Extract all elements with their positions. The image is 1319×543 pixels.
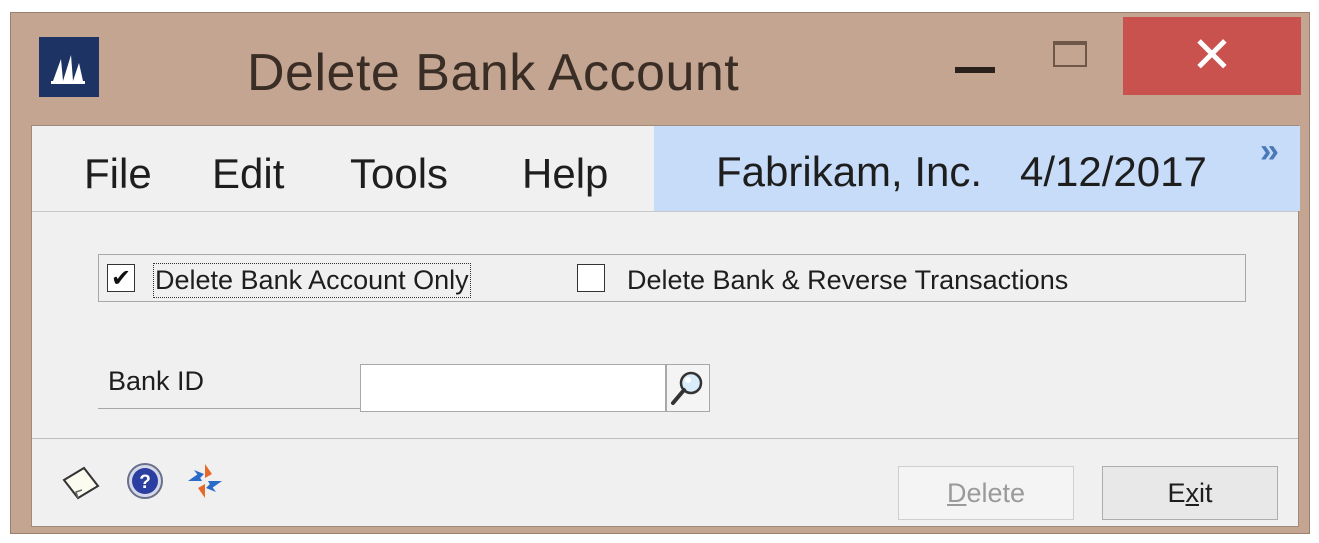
magnifier-icon <box>671 371 703 405</box>
window-title: Delete Bank Account <box>247 44 740 102</box>
bank-id-underline <box>98 408 360 409</box>
delete-options-group: ✔ Delete Bank Account Only Delete Bank &… <box>98 254 1246 302</box>
maximize-button[interactable] <box>1041 33 1101 99</box>
minimize-button[interactable] <box>947 33 1005 99</box>
svg-text:?: ? <box>139 472 151 493</box>
bank-id-input[interactable] <box>360 364 666 412</box>
menu-file[interactable]: File <box>84 150 152 198</box>
help-icon[interactable]: ? <box>124 460 166 502</box>
footer-separator <box>32 438 1298 439</box>
dialog-window: Delete Bank Account ✕ File Edit Tools He… <box>10 12 1310 534</box>
delete-reverse-transactions-label[interactable]: Delete Bank & Reverse Transactions <box>627 265 1068 296</box>
bank-id-lookup-button[interactable] <box>666 364 710 412</box>
menu-edit[interactable]: Edit <box>212 150 284 198</box>
delete-reverse-transactions-checkbox[interactable] <box>577 264 605 292</box>
bank-id-label: Bank ID <box>108 366 205 396</box>
dynamics-logo-icon <box>39 37 99 97</box>
close-icon: ✕ <box>1191 27 1233 83</box>
delete-button-mnemonic: D <box>946 478 967 508</box>
delete-button-label: elete <box>966 478 1026 508</box>
user-date: 4/12/2017 <box>1020 148 1207 195</box>
exit-button[interactable]: Exit <box>1102 466 1278 520</box>
checkmark-icon: ✔ <box>110 265 132 292</box>
expand-chevron-icon[interactable]: » <box>1260 132 1279 171</box>
dialog-content: File Edit Tools Help Fabrikam, Inc. 4/12… <box>31 125 1300 527</box>
refresh-icon[interactable] <box>184 460 226 502</box>
menu-help[interactable]: Help <box>522 150 608 198</box>
exit-button-label-end: it <box>1199 478 1213 508</box>
note-icon[interactable] <box>60 460 102 502</box>
exit-button-label-start: E <box>1167 478 1186 508</box>
delete-account-only-checkbox[interactable]: ✔ <box>107 264 135 292</box>
company-date-panel: Fabrikam, Inc. 4/12/2017 » <box>654 126 1300 211</box>
delete-account-only-label[interactable]: Delete Bank Account Only <box>153 263 471 298</box>
company-name: Fabrikam, Inc. <box>716 148 983 195</box>
menu-tools[interactable]: Tools <box>350 150 448 198</box>
delete-button[interactable]: Delete <box>898 466 1074 520</box>
menu-bar: File Edit Tools Help Fabrikam, Inc. 4/12… <box>32 126 1300 212</box>
exit-button-mnemonic: x <box>1185 478 1200 508</box>
close-button[interactable]: ✕ <box>1123 17 1301 95</box>
